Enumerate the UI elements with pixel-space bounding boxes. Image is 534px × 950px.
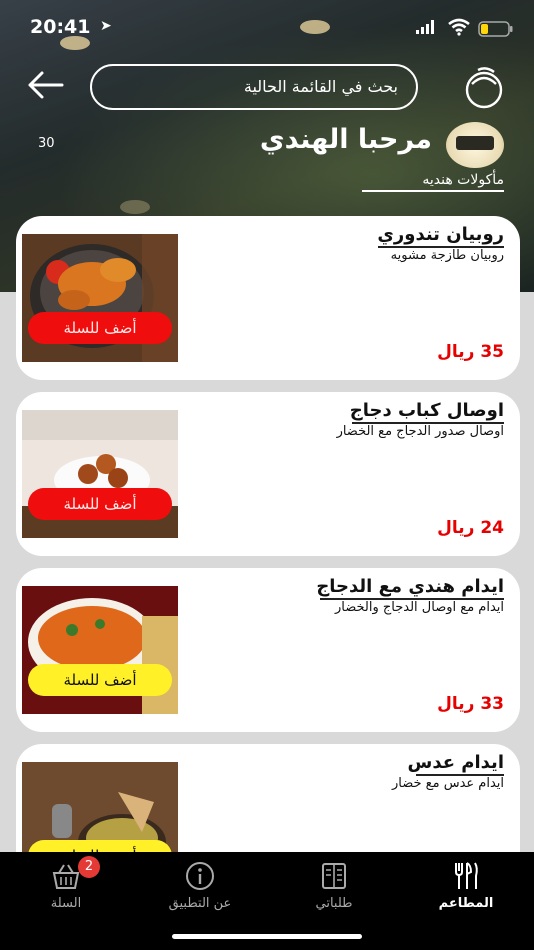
dish-title: ايدام هندي مع الدجاج xyxy=(316,576,504,597)
nav-orders[interactable]: طلباتي xyxy=(274,860,394,918)
nav-restaurants-label: المطاعم xyxy=(438,896,494,911)
nav-cart[interactable]: السلة xyxy=(6,860,126,918)
cart-count-badge: 2 xyxy=(78,856,100,878)
menu-item-card[interactable]: أضف للسلة ايدام هندي مع الدجاج ايدام مع … xyxy=(16,568,520,732)
add-to-cart-button[interactable]: أضف للسلة xyxy=(28,488,172,520)
menu-item-card[interactable]: أضف للسلة روبيان تندوري روبيان طازجة مشو… xyxy=(16,216,520,380)
dish-price: 35 ريال xyxy=(437,342,504,362)
search-input[interactable]: بحث في القائمة الحالية xyxy=(90,64,418,110)
location-arrow-icon: ➤ xyxy=(100,18,112,34)
back-arrow-icon[interactable] xyxy=(26,70,64,100)
dish-title: ايدام عدس xyxy=(407,752,505,773)
dish-description: اوصال صدور الدجاج مع الخضار xyxy=(336,424,504,439)
home-indicator xyxy=(172,934,362,939)
status-bar: 20:41 ➤ xyxy=(0,14,534,40)
dish-description: ايدام مع اوصال الدجاج والخضار xyxy=(335,600,504,615)
status-time: 20:41 xyxy=(30,16,91,38)
battery-icon xyxy=(478,21,513,37)
nav-cart-label: السلة xyxy=(50,896,82,911)
menu-item-card[interactable]: أضف للسلة اوصال كباب دجاج اوصال صدور الد… xyxy=(16,392,520,556)
dish-title: روبيان تندوري xyxy=(377,224,504,245)
dish-price: 33 ريال xyxy=(437,694,504,714)
dish-price: 24 ريال xyxy=(437,518,504,538)
cellular-signal-icon xyxy=(416,20,434,34)
nav-orders-label: طلباتي xyxy=(315,896,353,911)
nav-about[interactable]: عن التطبيق xyxy=(140,860,260,918)
restaurant-logo xyxy=(446,122,504,168)
nav-restaurants[interactable]: المطاعم xyxy=(406,860,526,918)
restaurant-name: مرحبا الهندي xyxy=(259,124,432,155)
items-count: 30 xyxy=(38,136,55,151)
wifi-icon xyxy=(448,18,470,36)
dish-title: اوصال كباب دجاج xyxy=(349,400,504,421)
app-logo-icon[interactable] xyxy=(462,64,506,110)
category-underline xyxy=(362,190,504,192)
nav-about-label: عن التطبيق xyxy=(168,896,232,911)
dish-description: ايدام عدس مع خضار xyxy=(392,776,504,791)
add-to-cart-button[interactable]: أضف للسلة xyxy=(28,312,172,344)
info-icon xyxy=(186,862,214,890)
restaurant-category: مأكولات هنديه xyxy=(422,172,504,188)
add-to-cart-button[interactable]: أضف للسلة xyxy=(28,664,172,696)
menu-book-icon xyxy=(322,863,346,889)
fork-knife-icon xyxy=(455,862,478,889)
dish-description: روبيان طازجة مشويه xyxy=(390,248,504,263)
